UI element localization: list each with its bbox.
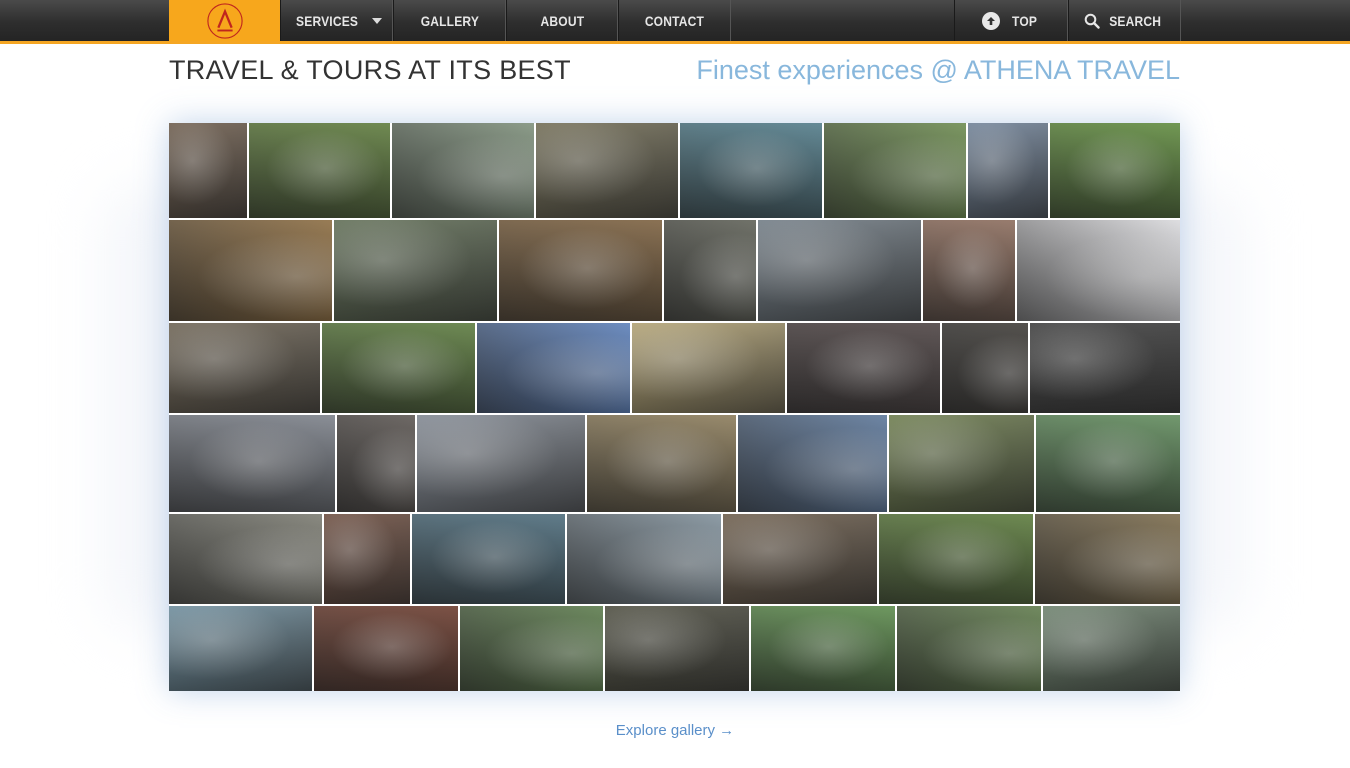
gallery-row bbox=[169, 123, 1180, 218]
gallery-photo[interactable] bbox=[1035, 514, 1180, 604]
gallery-photo[interactable] bbox=[968, 123, 1050, 218]
nav-search-label: SEARCH bbox=[1109, 12, 1161, 29]
nav-about[interactable]: ABOUT bbox=[506, 0, 618, 41]
gallery-photo[interactable] bbox=[923, 220, 1017, 321]
nav-gallery[interactable]: GALLERY bbox=[393, 0, 506, 41]
gallery-photo[interactable] bbox=[324, 514, 412, 604]
gallery-photo[interactable] bbox=[897, 606, 1043, 691]
arrow-up-circle-icon bbox=[982, 11, 1001, 30]
nav-container: SERVICES GALLERY ABOUT CONTACT TOP SEARC… bbox=[169, 0, 1181, 41]
gallery-photo[interactable] bbox=[169, 606, 314, 691]
gallery-photo[interactable] bbox=[536, 123, 680, 218]
gallery-photo[interactable] bbox=[664, 220, 758, 321]
chevron-down-icon bbox=[371, 17, 382, 24]
gallery-photo[interactable] bbox=[169, 514, 324, 604]
gallery-photo[interactable] bbox=[889, 415, 1036, 512]
gallery-photo[interactable] bbox=[738, 415, 889, 512]
gallery-photo[interactable] bbox=[169, 123, 249, 218]
gallery-row bbox=[169, 323, 1180, 413]
gallery-photo[interactable] bbox=[787, 323, 942, 413]
gallery-photo[interactable] bbox=[567, 514, 723, 604]
gallery-photo[interactable] bbox=[169, 220, 334, 321]
gallery-photo[interactable] bbox=[460, 606, 605, 691]
nav-contact[interactable]: CONTACT bbox=[618, 0, 731, 41]
nav-about-label: ABOUT bbox=[540, 12, 584, 29]
gallery-photo[interactable] bbox=[499, 220, 664, 321]
gallery-photo[interactable] bbox=[1017, 220, 1180, 321]
top-navigation-bar: SERVICES GALLERY ABOUT CONTACT TOP SEARC… bbox=[0, 0, 1350, 44]
nav-top-button[interactable]: TOP bbox=[954, 0, 1068, 41]
nav-top-label: TOP bbox=[1012, 12, 1038, 29]
gallery-photo[interactable] bbox=[412, 514, 567, 604]
gallery-photo[interactable] bbox=[477, 323, 632, 413]
gallery-photo[interactable] bbox=[1050, 123, 1180, 218]
nav-services[interactable]: SERVICES bbox=[280, 0, 393, 41]
gallery-row bbox=[169, 220, 1180, 321]
gallery-photo[interactable] bbox=[587, 415, 738, 512]
gallery-photo[interactable] bbox=[392, 123, 536, 218]
photo-gallery bbox=[169, 123, 1180, 691]
gallery-photo[interactable] bbox=[337, 415, 417, 512]
gallery-photo[interactable] bbox=[879, 514, 1035, 604]
gallery-photo[interactable] bbox=[723, 514, 879, 604]
gallery-photo[interactable] bbox=[680, 123, 824, 218]
gallery-photo[interactable] bbox=[1043, 606, 1180, 691]
gallery-photo[interactable] bbox=[1036, 415, 1180, 512]
gallery-photo[interactable] bbox=[942, 323, 1030, 413]
nav-gallery-label: GALLERY bbox=[420, 12, 479, 29]
gallery-photo[interactable] bbox=[758, 220, 923, 321]
explore-gallery-container: Explore gallery → bbox=[0, 722, 1350, 739]
gallery-photo[interactable] bbox=[824, 123, 968, 218]
nav-services-label: SERVICES bbox=[296, 12, 359, 29]
gallery-photo[interactable] bbox=[169, 323, 322, 413]
gallery-photo[interactable] bbox=[632, 323, 787, 413]
gallery-photo[interactable] bbox=[334, 220, 499, 321]
gallery-photo[interactable] bbox=[751, 606, 897, 691]
explore-gallery-link[interactable]: Explore gallery → bbox=[616, 722, 734, 739]
athena-logo[interactable] bbox=[169, 0, 280, 41]
nav-contact-label: CONTACT bbox=[644, 12, 705, 29]
nav-search-button[interactable]: SEARCH bbox=[1068, 0, 1181, 41]
page-tagline: Finest experiences @ ATHENA TRAVEL bbox=[696, 55, 1180, 85]
page-title: TRAVEL & TOURS AT ITS BEST bbox=[169, 55, 571, 85]
gallery-row bbox=[169, 415, 1180, 512]
gallery-photo[interactable] bbox=[417, 415, 587, 512]
search-icon bbox=[1084, 13, 1100, 29]
gallery-row bbox=[169, 514, 1180, 604]
gallery-row bbox=[169, 606, 1180, 691]
gallery-photo[interactable] bbox=[314, 606, 460, 691]
gallery-photo[interactable] bbox=[605, 606, 751, 691]
athena-logo-icon bbox=[206, 2, 243, 39]
gallery-photo[interactable] bbox=[1030, 323, 1180, 413]
gallery-photo[interactable] bbox=[249, 123, 392, 218]
gallery-photo[interactable] bbox=[322, 323, 477, 413]
gallery-photo[interactable] bbox=[169, 415, 337, 512]
